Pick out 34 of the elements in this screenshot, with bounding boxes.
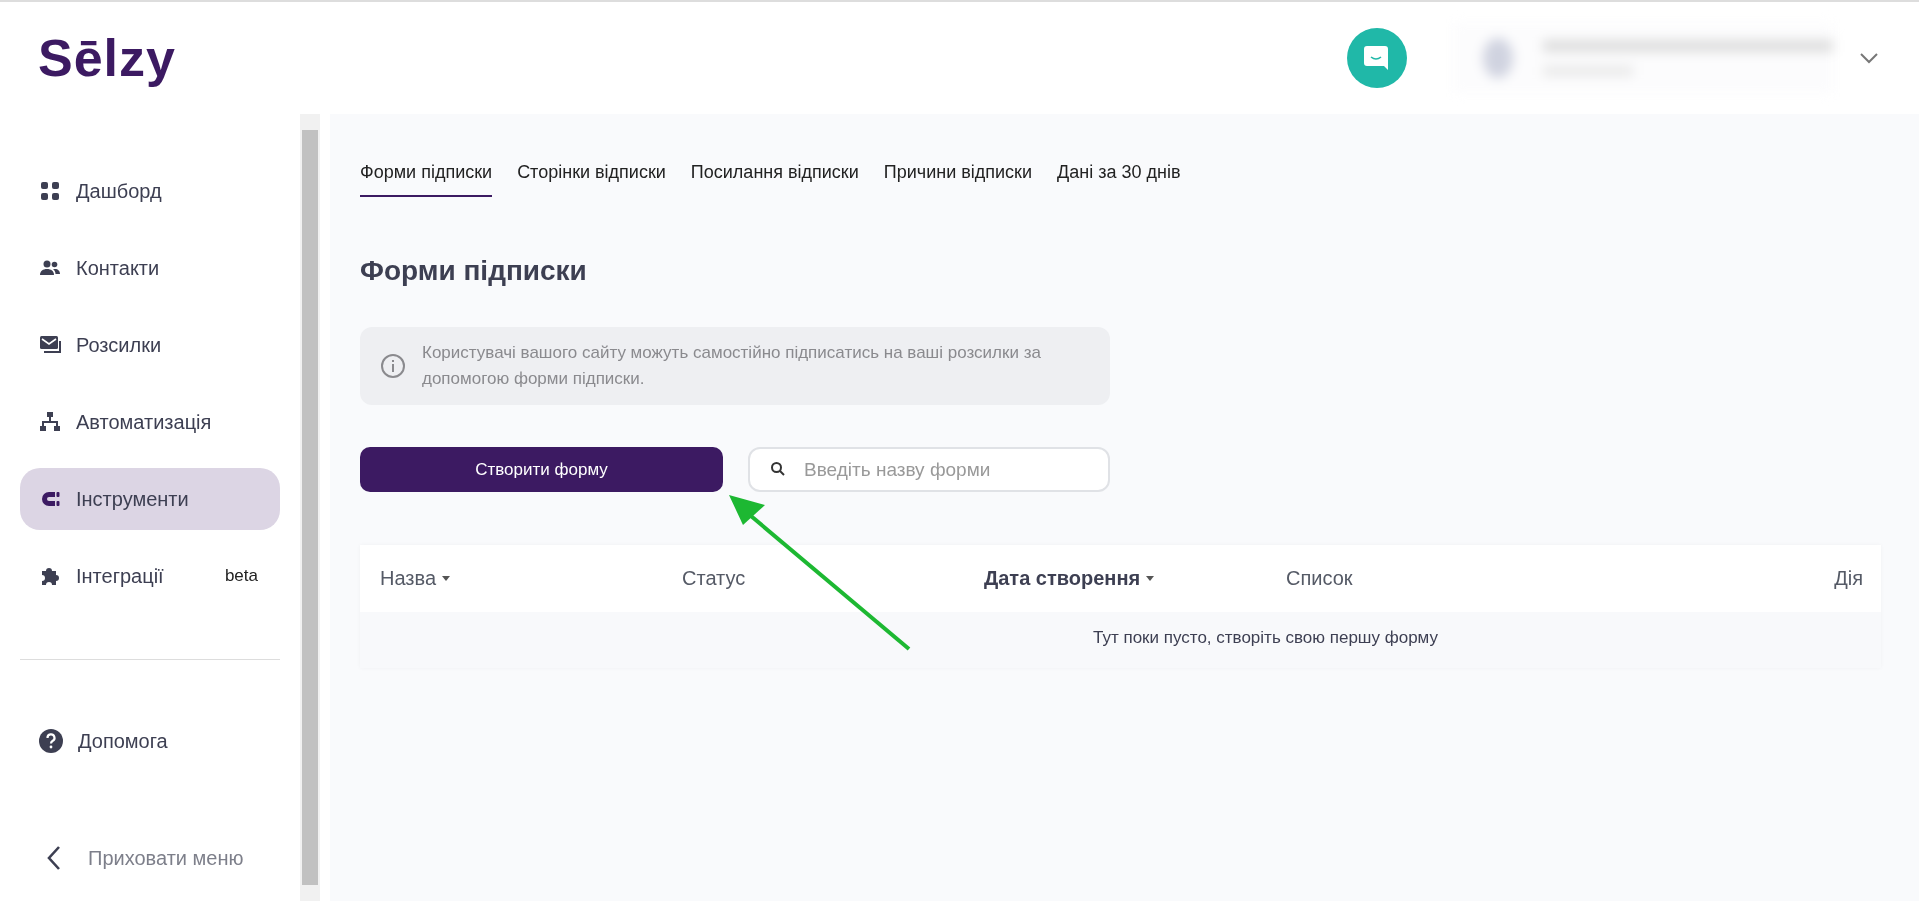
tab[interactable]: Дані за 30 днів	[1057, 154, 1181, 197]
column-header: Список	[1286, 567, 1354, 590]
search-field[interactable]: Введіть назву форми	[748, 447, 1110, 492]
column-header: Дія	[1834, 567, 1863, 590]
info-icon	[380, 353, 406, 379]
empty-table-message: Тут поки пусто, створіть свою першу форму	[1092, 627, 1439, 649]
tab[interactable]: Посилання відписки	[690, 154, 859, 197]
sidebar-item[interactable]: Автоматизація	[20, 391, 280, 453]
sidebar-item[interactable]: Інтеграції beta	[20, 545, 280, 607]
beta-label: beta	[223, 565, 259, 587]
column-header[interactable]: Назва	[380, 567, 682, 590]
tab[interactable]: Форми підписки	[360, 154, 493, 197]
help-link[interactable]: Допомога	[20, 710, 280, 772]
tab[interactable]: Причини відписки	[883, 154, 1033, 197]
tab[interactable]: Сторінки відписки	[517, 154, 666, 197]
sidebar-item[interactable]: Контакти	[20, 237, 280, 299]
selzy-logo[interactable]: Sēlzy	[38, 28, 176, 88]
hide-menu-button[interactable]: Приховати меню	[20, 838, 280, 878]
hierarchy-icon	[38, 410, 62, 434]
create-form-button[interactable]: Створити форму	[360, 447, 723, 492]
sidebar-item[interactable]: Розсилки	[20, 314, 280, 376]
column-header: Статус	[682, 567, 747, 590]
chevron-down-icon[interactable]	[1859, 52, 1879, 64]
scrollbar[interactable]	[300, 114, 320, 901]
column-header[interactable]: Дата створення	[984, 567, 1286, 590]
info-text: Користувачі вашого сайту можуть самостійно підписатись на ваші розсилки за допомогою форми підписки.	[422, 342, 1042, 390]
chat-button[interactable]	[1347, 28, 1407, 88]
sidebar-item[interactable]: Інструменти	[20, 468, 280, 530]
grid-icon	[38, 179, 62, 203]
search-icon	[770, 461, 786, 477]
help-icon	[38, 728, 64, 754]
sidebar-item[interactable]: Дашборд	[20, 160, 280, 222]
page-heading: Форми підписки	[360, 255, 588, 287]
chevron-left-icon	[46, 845, 62, 871]
